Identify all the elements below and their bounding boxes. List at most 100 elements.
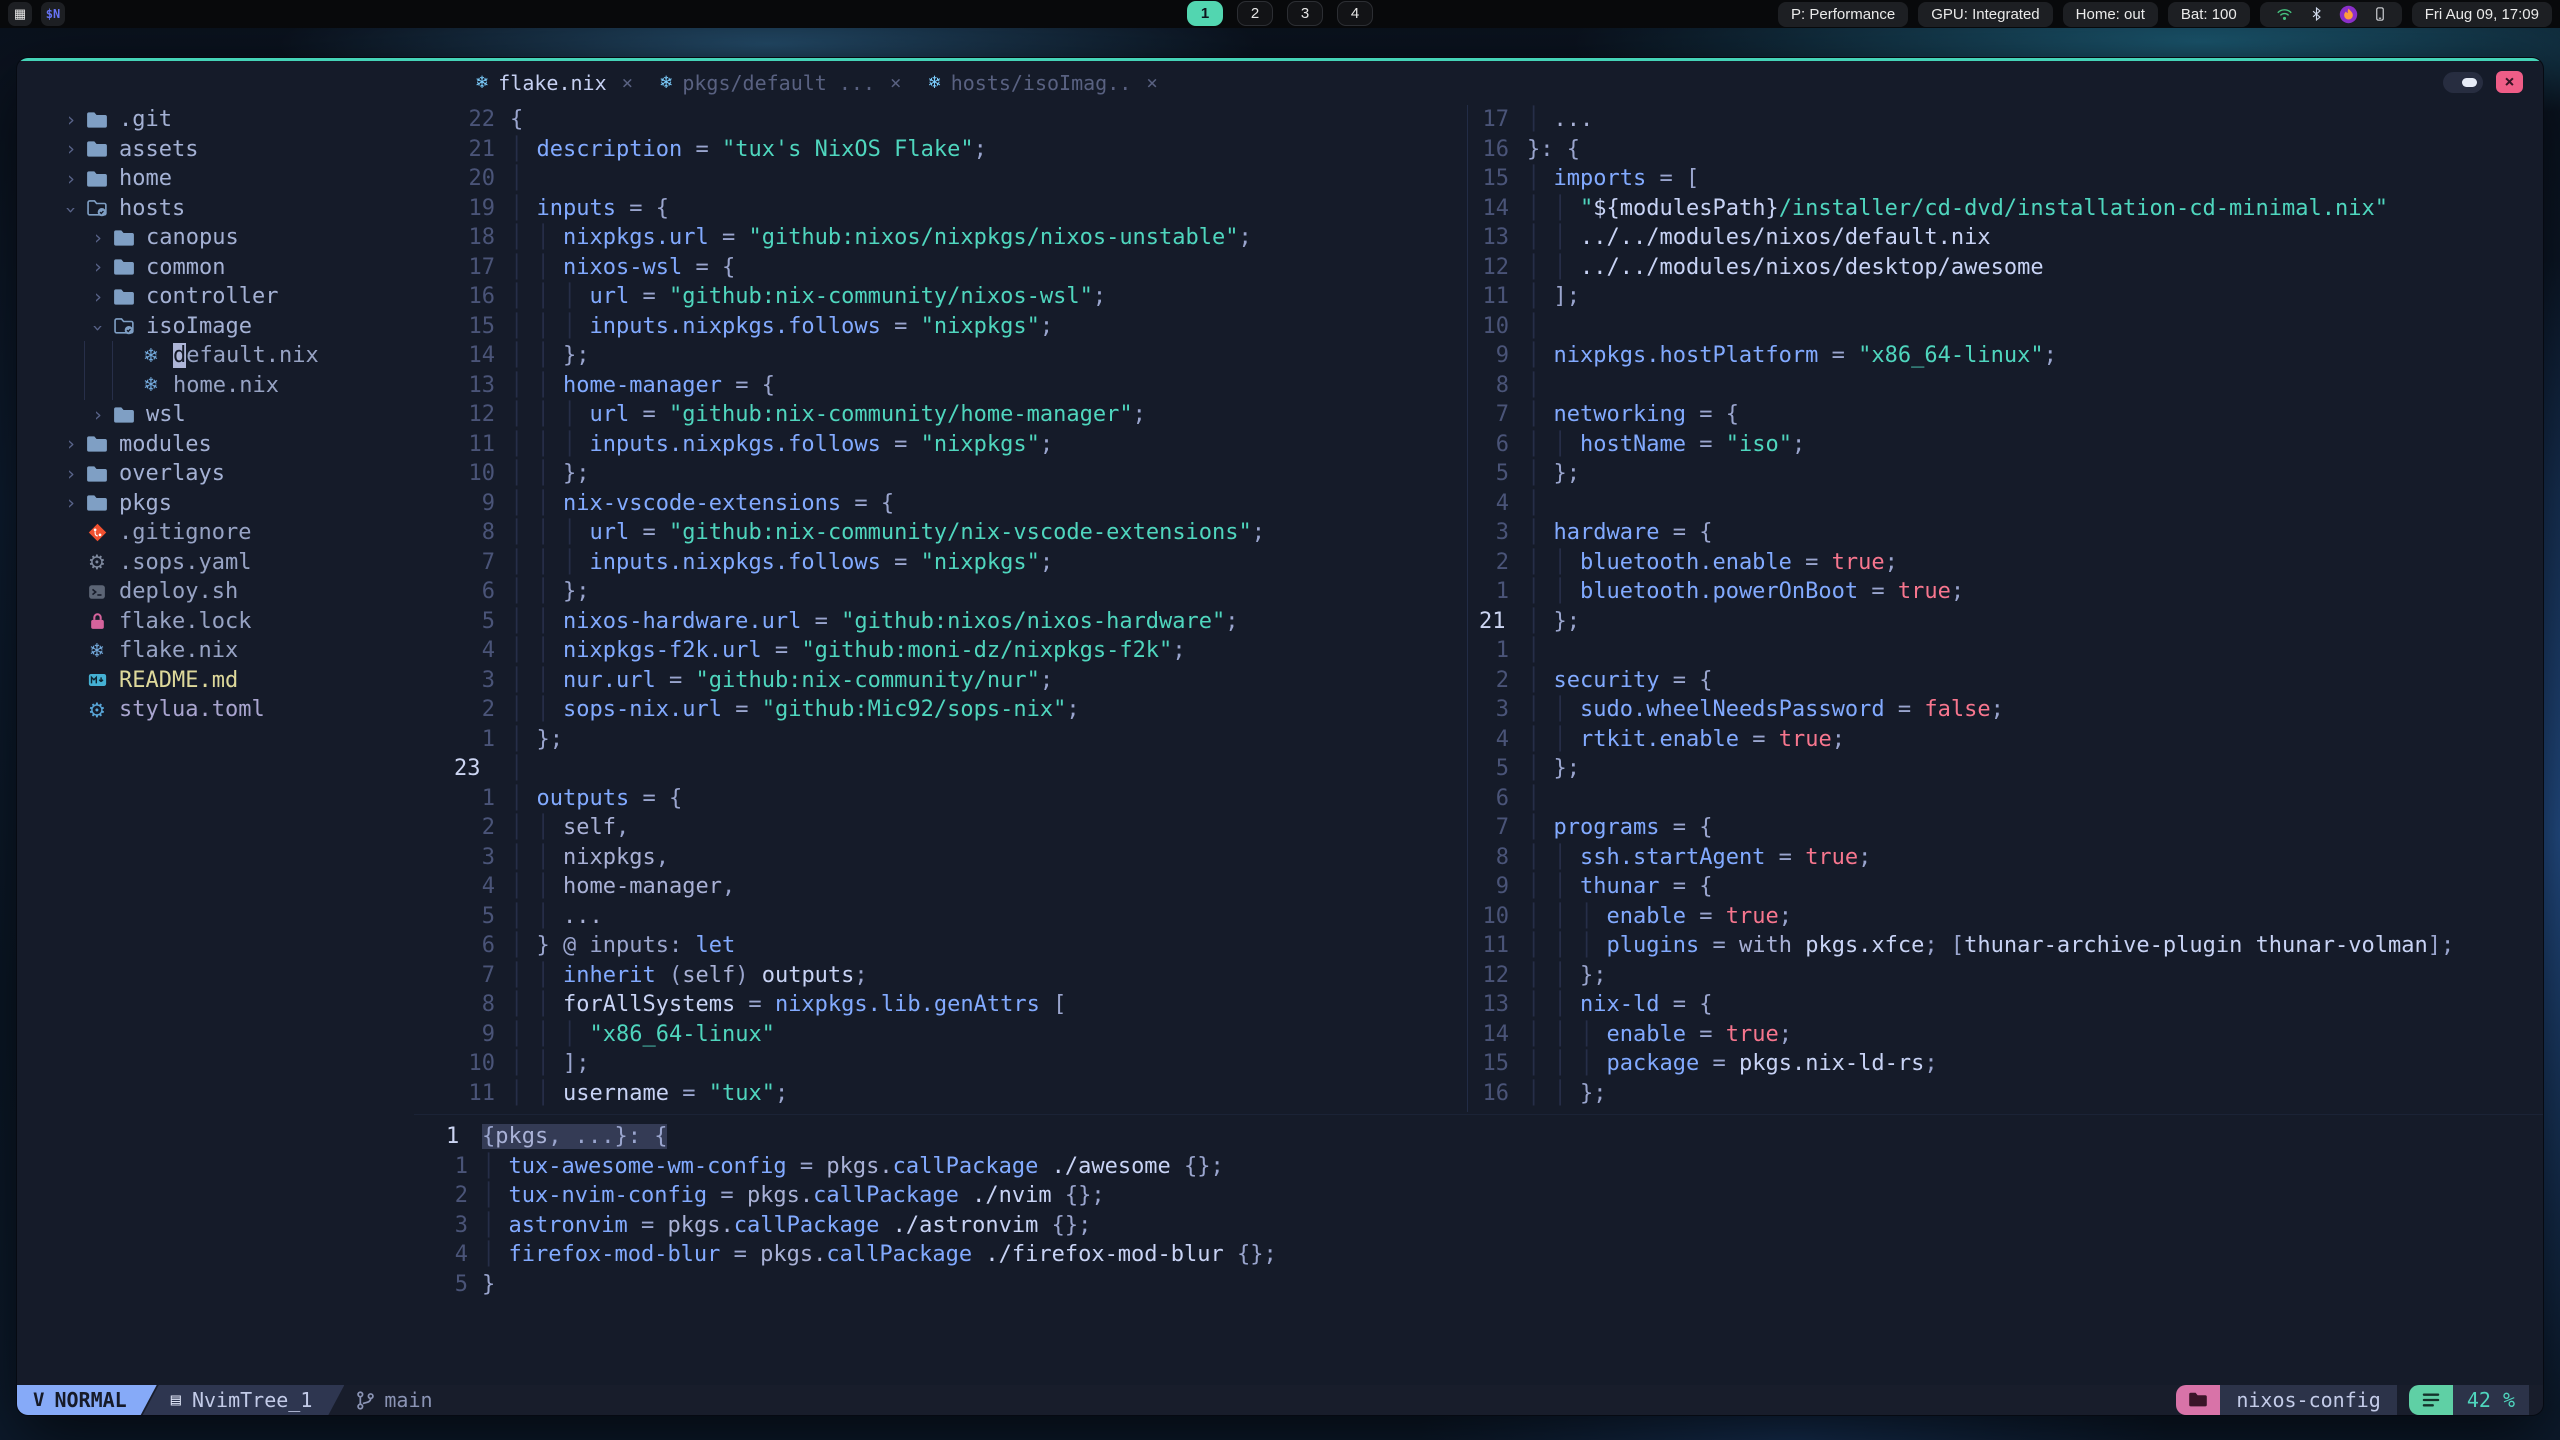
chevron-right-icon[interactable]: › <box>59 138 83 160</box>
tree-item-default-nix[interactable]: ❄ default.nix <box>17 341 441 371</box>
chevron-right-icon[interactable]: › <box>59 463 83 485</box>
file-explorer[interactable]: › .git › assets › home › hosts › canopus › common › c… <box>17 105 441 725</box>
chevron-right-icon[interactable]: › <box>86 256 110 278</box>
tab-label: hosts/isoImag.. <box>950 71 1132 95</box>
pane-separator-horizontal[interactable] <box>414 1114 2543 1115</box>
tree-item-isoImage[interactable]: › isoImage <box>17 312 441 342</box>
fire-icon[interactable] <box>2339 5 2358 24</box>
line-number: 11 <box>468 1080 496 1106</box>
tree-item-common[interactable]: › common <box>17 253 441 283</box>
tab-close-icon[interactable]: × <box>1146 61 1157 105</box>
tree-item-flake-lock[interactable]: flake.lock <box>17 607 441 637</box>
chevron-right-icon[interactable]: › <box>59 492 83 514</box>
tree-item-README-md[interactable]: README.md <box>17 666 441 696</box>
wifi-icon[interactable] <box>2275 6 2294 23</box>
line-number: 19 <box>468 195 496 221</box>
tab-hosts-isoImag-[interactable]: ❄ hosts/isoImag.. × <box>927 61 1157 105</box>
tree-item-canopus[interactable]: › canopus <box>17 223 441 253</box>
line-number: 10 <box>468 461 496 486</box>
code-text: │ │ thunar = { <box>1527 874 1713 899</box>
line-number: 8 <box>1495 844 1509 870</box>
nix-icon: ❄ <box>89 639 105 662</box>
tree-item--git[interactable]: › .git <box>17 105 441 135</box>
code-line: 13 │ │ home-manager = { <box>441 371 1467 401</box>
chevron-down-icon[interactable]: › <box>87 316 109 340</box>
line-number: 13 <box>1482 992 1510 1017</box>
tree-item-stylua-toml[interactable]: ⚙ stylua.toml <box>17 695 441 725</box>
window-close-button[interactable]: × <box>2496 71 2523 93</box>
workspace-button-2[interactable]: 2 <box>1237 1 1273 26</box>
app-grid-icon[interactable]: ▦ <box>8 2 32 26</box>
line-number: 2 <box>1495 549 1509 575</box>
workspace-button-4[interactable]: 4 <box>1337 1 1373 26</box>
code-line: 1 {pkgs, ...}: { <box>414 1122 2543 1152</box>
line-number: 4 <box>1495 726 1509 752</box>
tree-item-label: common <box>146 254 226 280</box>
tree-item-label: home.nix <box>173 372 279 398</box>
line-number: 10 <box>1482 313 1510 339</box>
system-tray[interactable] <box>2259 1 2402 27</box>
phone-icon[interactable] <box>2373 5 2387 23</box>
folder-icon <box>83 435 111 453</box>
tree-item-controller[interactable]: › controller <box>17 282 441 312</box>
tab-close-icon[interactable]: × <box>622 61 633 105</box>
tree-item-deploy-sh[interactable]: deploy.sh <box>17 577 441 607</box>
chevron-right-icon[interactable]: › <box>59 433 83 455</box>
tree-item-home-nix[interactable]: ❄ home.nix <box>17 370 441 400</box>
code-line: 5 │ }; <box>1473 754 2543 784</box>
bluetooth-icon[interactable] <box>2309 5 2324 23</box>
code-line: 16 │ │ │ url = "github:nix-community/nixo… <box>441 282 1467 312</box>
tree-item-pkgs[interactable]: › pkgs <box>17 489 441 519</box>
line-number: 18 <box>468 225 496 250</box>
window-pin-toggle[interactable] <box>2443 71 2483 93</box>
gear-gray-icon: ⚙ <box>88 550 106 575</box>
tree-item-flake-nix[interactable]: ❄ flake.nix <box>17 636 441 666</box>
line-number: 12 <box>1482 962 1510 988</box>
editor-pane-pkgs-default-nix[interactable]: 1 {pkgs, ...}: {1 │ tux-awesome-wm-config … <box>414 1122 2543 1299</box>
code-text: │ │ home-manager = { <box>510 372 775 398</box>
chevron-right-icon[interactable]: › <box>86 286 110 308</box>
tab-close-icon[interactable]: × <box>890 61 901 105</box>
tab-pkgs-default-[interactable]: ❄ pkgs/default ... × <box>659 61 901 105</box>
tree-item--gitignore[interactable]: .gitignore <box>17 518 441 548</box>
folder-open-icon <box>110 317 138 335</box>
line-number: 11 <box>468 431 496 457</box>
chevron-down-icon[interactable]: › <box>60 198 82 222</box>
editor-pane-flake-nix[interactable]: 22{21 │ description = "tux's NixOS Flake"… <box>441 105 1467 1108</box>
code-text: │ programs = { <box>1527 815 1713 840</box>
code-text: │ <box>510 756 537 781</box>
code-text: │ │ }; <box>510 579 590 604</box>
line-number: 8 <box>481 520 495 545</box>
code-text: │ description = "tux's NixOS Flake"; <box>510 136 987 162</box>
code-line: 5} <box>414 1270 2543 1300</box>
code-line: 9 │ nixpkgs.hostPlatform = "x86_64-linux"… <box>1473 341 2543 371</box>
tree-item-overlays[interactable]: › overlays <box>17 459 441 489</box>
tree-item-home[interactable]: › home <box>17 164 441 194</box>
editor-pane-iso-default-nix[interactable]: 17 │ ... 16}: {15 │ imports = [14 │ │ "${mod… <box>1473 105 2543 1108</box>
workspace-button-1[interactable]: 1 <box>1187 1 1223 26</box>
tab-flake-nix[interactable]: ❄ flake.nix × <box>475 61 633 105</box>
code-text: │ │ │ "x86_64-linux" <box>510 1021 775 1047</box>
workspace-button-3[interactable]: 3 <box>1287 1 1323 26</box>
code-text: │ │ │ inputs.nixpkgs.follows = "nixpkgs"… <box>510 313 1054 339</box>
folder-icon <box>110 288 138 306</box>
tree-item-wsl[interactable]: › wsl <box>17 400 441 430</box>
window-controls: × <box>2443 71 2523 93</box>
nix-run-icon[interactable]: $N <box>41 2 65 26</box>
chevron-right-icon[interactable]: › <box>59 109 83 131</box>
code-line: 14 │ │ "${modulesPath}/installer/cd-dvd/i… <box>1473 194 2543 224</box>
chevron-right-icon[interactable]: › <box>86 227 110 249</box>
code-line: 12 │ │ │ url = "github:nix-community/home… <box>441 400 1467 430</box>
tree-item-hosts[interactable]: › hosts <box>17 194 441 224</box>
tree-item-assets[interactable]: › assets <box>17 135 441 165</box>
line-number: 16 <box>1482 136 1510 162</box>
tree-item--sops-yaml[interactable]: ⚙ .sops.yaml <box>17 548 441 578</box>
chevron-right-icon[interactable]: › <box>86 404 110 426</box>
pane-separator-vertical[interactable] <box>1467 105 1468 1112</box>
chevron-right-icon[interactable]: › <box>59 168 83 190</box>
code-text: │ hardware = { <box>1527 520 1713 545</box>
tree-item-label: .sops.yaml <box>119 549 252 575</box>
tree-item-modules[interactable]: › modules <box>17 430 441 460</box>
line-number: 1 <box>481 726 495 752</box>
tree-item-label: hosts <box>119 195 186 221</box>
